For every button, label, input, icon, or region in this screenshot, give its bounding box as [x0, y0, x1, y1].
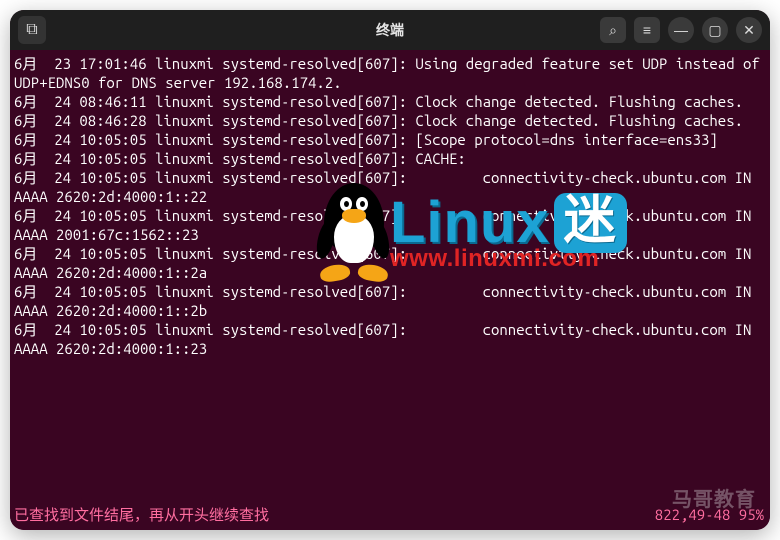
- terminal-body[interactable]: 6月 23 17:01:46 linuxmi systemd-resolved[…: [10, 50, 770, 530]
- status-message: 已查找到文件结尾，再从开头继续查找: [14, 505, 269, 524]
- search-icon: ⌕: [609, 22, 617, 39]
- titlebar-left: ⧉: [18, 16, 46, 44]
- maximize-icon: ▢: [708, 22, 721, 39]
- search-button[interactable]: ⌕: [600, 17, 626, 43]
- terminal-output: 6月 23 17:01:46 linuxmi systemd-resolved[…: [14, 54, 764, 358]
- titlebar-right: ⌕ ≡ — ▢ ✕: [600, 17, 762, 43]
- menu-button[interactable]: ≡: [634, 17, 660, 43]
- log-line: 6月 24 10:05:05 linuxmi systemd-resolved[…: [14, 244, 764, 282]
- log-line: 6月 23 17:01:46 linuxmi systemd-resolved[…: [14, 54, 764, 92]
- minimize-button[interactable]: —: [668, 17, 694, 43]
- log-line: 6月 24 10:05:05 linuxmi systemd-resolved[…: [14, 282, 764, 320]
- log-line: 6月 24 10:05:05 linuxmi systemd-resolved[…: [14, 206, 764, 244]
- log-line: 6月 24 08:46:28 linuxmi systemd-resolved[…: [14, 111, 764, 130]
- log-line: 6月 24 10:05:05 linuxmi systemd-resolved[…: [14, 168, 764, 206]
- terminal-window: ⧉ 终端 ⌕ ≡ — ▢ ✕ 6月 23 17:01:46 linuxmi sy…: [10, 10, 770, 530]
- titlebar: ⧉ 终端 ⌕ ≡ — ▢ ✕: [10, 10, 770, 50]
- less-status-line: 已查找到文件结尾，再从开头继续查找 822,49-48 95%: [14, 505, 764, 524]
- hamburger-icon: ≡: [643, 22, 651, 38]
- new-tab-button[interactable]: ⧉: [18, 16, 46, 44]
- log-line: 6月 24 08:46:11 linuxmi systemd-resolved[…: [14, 92, 764, 111]
- close-button[interactable]: ✕: [736, 17, 762, 43]
- new-tab-icon: ⧉: [26, 21, 37, 39]
- log-line: 6月 24 10:05:05 linuxmi systemd-resolved[…: [14, 149, 764, 168]
- maximize-button[interactable]: ▢: [702, 17, 728, 43]
- log-line: 6月 24 10:05:05 linuxmi systemd-resolved[…: [14, 320, 764, 358]
- status-position: 822,49-48 95%: [655, 505, 764, 524]
- close-icon: ✕: [743, 22, 755, 39]
- log-line: 6月 24 10:05:05 linuxmi systemd-resolved[…: [14, 130, 764, 149]
- minimize-icon: —: [674, 22, 688, 38]
